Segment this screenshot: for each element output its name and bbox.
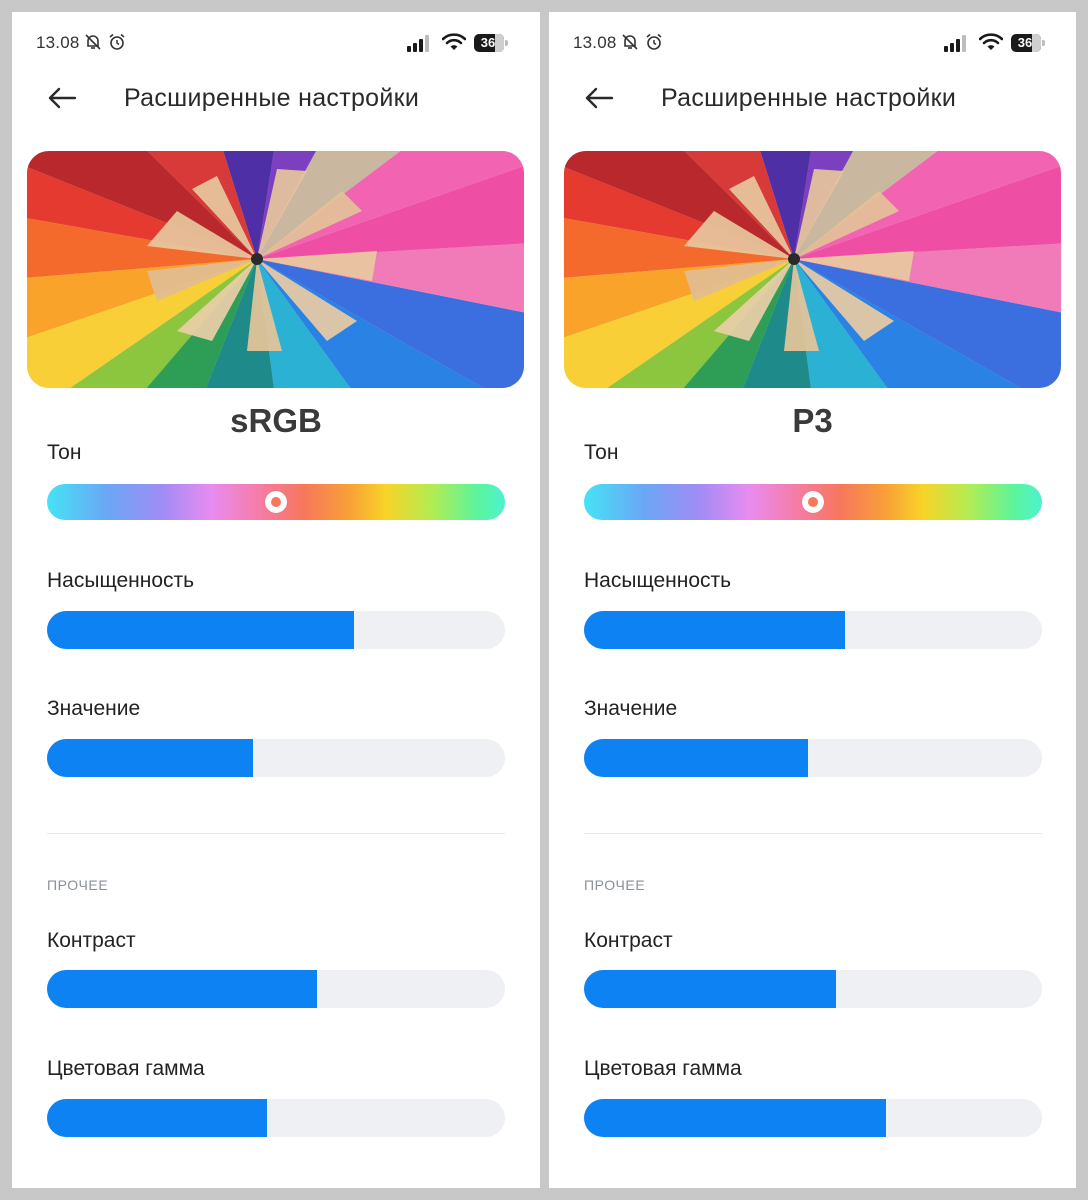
screen-srgb: 13.08 36 Расширенные настройки sRGB Тон …	[12, 12, 540, 1188]
saturation-slider-fill	[584, 611, 846, 649]
gamut-label: Цветовая гамма	[47, 1057, 205, 1080]
wifi-icon	[978, 32, 1004, 57]
section-divider	[584, 833, 1042, 834]
battery-level: 36	[1017, 35, 1033, 50]
hue-slider-thumb[interactable]	[802, 491, 824, 513]
gamut-slider-fill	[584, 1099, 887, 1137]
status-bar: 13.08 36	[12, 12, 540, 76]
page-title: Расширенные настройки	[661, 84, 957, 112]
brightness-label: Значение	[584, 697, 678, 720]
brightness-slider[interactable]	[584, 739, 1042, 777]
saturation-slider[interactable]	[47, 611, 505, 649]
hue-label: Тон	[47, 441, 82, 464]
color-mode-caption: P3	[792, 402, 833, 439]
contrast-slider[interactable]	[47, 970, 505, 1008]
signal-icon	[406, 34, 432, 57]
brightness-slider-fill	[47, 739, 254, 777]
hue-slider[interactable]	[584, 484, 1042, 520]
signal-icon	[943, 34, 969, 57]
status-time: 13.08	[573, 33, 617, 52]
screen-p3: 13.08 36 Расширенные настройки P3 Тон На…	[549, 12, 1076, 1188]
color-preview-image	[564, 151, 1061, 388]
section-header-other: ПРОЧЕЕ	[47, 877, 109, 893]
gamut-label: Цветовая гамма	[584, 1057, 742, 1080]
bell-off-icon	[84, 33, 102, 56]
gamut-slider[interactable]	[47, 1099, 505, 1137]
contrast-slider[interactable]	[584, 970, 1042, 1008]
saturation-label: Насыщенность	[584, 569, 732, 592]
brightness-slider[interactable]	[47, 739, 505, 777]
back-arrow-icon[interactable]	[583, 82, 615, 114]
wifi-icon	[441, 32, 467, 57]
saturation-slider-fill	[47, 611, 354, 649]
gamut-slider[interactable]	[584, 1099, 1042, 1137]
status-time: 13.08	[36, 33, 80, 52]
hue-label: Тон	[584, 441, 619, 464]
contrast-label: Контраст	[584, 929, 673, 952]
brightness-slider-fill	[584, 739, 809, 777]
brightness-label: Значение	[47, 697, 141, 720]
color-preview-image	[27, 151, 524, 388]
battery-icon: 36	[474, 34, 508, 52]
saturation-label: Насыщенность	[47, 569, 195, 592]
saturation-slider[interactable]	[584, 611, 1042, 649]
battery-level: 36	[480, 35, 496, 50]
contrast-slider-fill	[47, 970, 318, 1008]
battery-icon: 36	[1011, 34, 1045, 52]
status-bar: 13.08 36	[549, 12, 1076, 76]
bell-off-icon	[621, 33, 639, 56]
gamut-slider-fill	[47, 1099, 267, 1137]
back-arrow-icon[interactable]	[46, 82, 78, 114]
section-header-other: ПРОЧЕЕ	[584, 877, 646, 893]
contrast-slider-fill	[584, 970, 836, 1008]
section-divider	[47, 833, 505, 834]
color-mode-caption: sRGB	[230, 402, 322, 439]
hue-slider-thumb[interactable]	[265, 491, 287, 513]
alarm-clock-icon	[645, 33, 663, 56]
page-title: Расширенные настройки	[124, 84, 420, 112]
hue-slider[interactable]	[47, 484, 505, 520]
alarm-clock-icon	[108, 33, 126, 56]
contrast-label: Контраст	[47, 929, 136, 952]
